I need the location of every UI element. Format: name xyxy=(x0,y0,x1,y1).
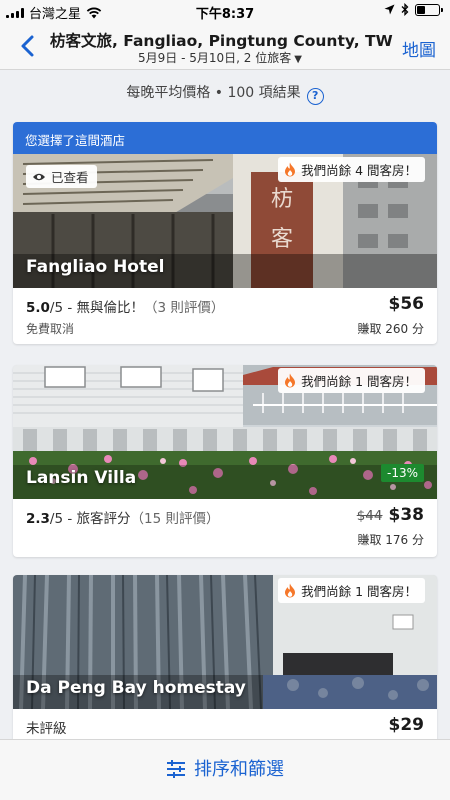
original-price: $44 xyxy=(356,508,383,524)
hotel-details: 5.0/5 - 無與倫比！（3 則評價） 免費取消 $56 賺取 260 分 xyxy=(13,288,437,344)
rating: 2.3/5 - 旅客評分（15 則評價） xyxy=(26,507,220,527)
hotel-name: Fangliao Hotel xyxy=(26,257,165,277)
hotel-card[interactable]: 我們尚餘 1 間客房！ Lansin Villa -13% 2.3/5 - 旅客… xyxy=(13,365,437,557)
sort-filter-button[interactable]: 排序和篩選 xyxy=(0,755,450,781)
free-cancellation-label: 免費取消 xyxy=(26,322,75,336)
status-right xyxy=(384,3,443,16)
price: $29 xyxy=(388,715,425,735)
bluetooth-icon xyxy=(401,3,409,16)
viewed-label: 已查看 xyxy=(51,170,89,185)
rooms-left-text: 我們尚餘 4 間客房！ xyxy=(301,163,417,178)
hotel-card[interactable]: 我們尚餘 1 間客房！ Da Peng Bay homestay 未評級 $29 xyxy=(13,575,437,745)
sort-filter-label: 排序和篩選 xyxy=(194,759,284,780)
flame-icon xyxy=(285,373,296,388)
bottom-bar: 排序和篩選 xyxy=(0,739,450,800)
map-button[interactable]: 地圖 xyxy=(402,36,436,61)
back-chevron-icon[interactable] xyxy=(14,32,42,60)
status-bar: 台灣之星 下午8:37 xyxy=(0,0,450,22)
rating-score: 5.0 xyxy=(26,300,50,316)
rating-text: /5 - 旅客評分 xyxy=(49,511,131,527)
flame-icon xyxy=(285,583,296,598)
eye-icon xyxy=(33,173,45,180)
search-header: 枋客文旅, Fangliao, Pingtung County, TW 5月9日… xyxy=(0,22,450,70)
rating-score: 2.3 xyxy=(26,511,50,527)
rating: 未評級 xyxy=(26,721,67,737)
rooms-left-badge: 我們尚餘 1 間客房！ xyxy=(278,578,425,603)
results-summary: 每晚平均價格 • 100 項結果? xyxy=(0,82,450,105)
viewed-badge: 已查看 xyxy=(26,165,97,188)
sliders-icon xyxy=(167,760,185,778)
hotel-photo: 我們尚餘 1 間客房！ Da Peng Bay homestay xyxy=(13,575,437,709)
clock: 下午8:37 xyxy=(195,7,255,22)
hotel-name: Lansin Villa xyxy=(26,468,137,488)
hotel-name: Da Peng Bay homestay xyxy=(26,678,246,698)
current-price: $38 xyxy=(388,505,425,525)
results-summary-text: 每晚平均價格 • 100 項結果 xyxy=(126,85,301,101)
review-count: （3 則評價） xyxy=(144,300,225,316)
rooms-left-text: 我們尚餘 1 間客房！ xyxy=(301,374,417,389)
svg-text:客: 客 xyxy=(271,227,293,252)
review-count: （15 則評價） xyxy=(130,511,220,527)
price: $56 xyxy=(388,294,425,314)
selected-hotel-banner: 您選擇了這間酒店 xyxy=(13,122,437,154)
rating: 5.0/5 - 無與倫比！（3 則評價） xyxy=(26,296,224,316)
rooms-left-badge: 我們尚餘 1 間客房！ xyxy=(278,368,425,393)
discount-badge: -13% xyxy=(380,464,424,482)
info-icon[interactable]: ? xyxy=(306,88,324,105)
flame-icon xyxy=(285,162,296,177)
earn-points: 賺取 176 分 xyxy=(357,533,424,547)
rooms-left-text: 我們尚餘 1 間客房！ xyxy=(301,584,417,599)
svg-text:枋: 枋 xyxy=(271,187,293,212)
hotel-photo: 我們尚餘 1 間客房！ Lansin Villa -13% xyxy=(13,365,437,499)
hotel-details: 2.3/5 - 旅客評分（15 則評價） $44 $38 賺取 176 分 xyxy=(13,499,437,555)
chevron-down-icon: ▼ xyxy=(294,54,302,65)
rooms-left-badge: 我們尚餘 4 間客房！ xyxy=(278,157,425,182)
search-dates-guests[interactable]: 5月9日 - 5月10日, 2 位旅客 ▼ xyxy=(50,49,390,66)
battery-icon xyxy=(415,3,443,16)
price: $44 $38 xyxy=(357,505,424,525)
search-destination-title[interactable]: 枋客文旅, Fangliao, Pingtung County, TW xyxy=(50,29,393,51)
rating-text: /5 - 無與倫比！ xyxy=(49,300,145,316)
earn-points: 賺取 260 分 xyxy=(357,322,424,336)
dates-guests-label: 5月9日 - 5月10日, 2 位旅客 xyxy=(138,51,292,65)
location-arrow-icon xyxy=(384,4,395,15)
hotel-card[interactable]: 您選擇了這間酒店 枋 客 已查看 我們尚餘 4 間客房！ Fangliao Ho… xyxy=(13,122,437,344)
hotel-photo: 枋 客 已查看 我們尚餘 4 間客房！ Fangliao Hotel xyxy=(13,154,437,288)
